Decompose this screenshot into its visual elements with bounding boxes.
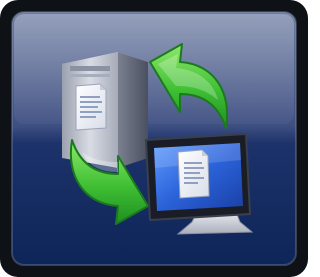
monitor-icon <box>144 132 254 235</box>
server-document-icon <box>75 83 107 131</box>
screen-document-icon <box>177 149 210 199</box>
sync-tile-graphic <box>0 0 308 277</box>
sync-app-tile[interactable] <box>0 0 308 277</box>
